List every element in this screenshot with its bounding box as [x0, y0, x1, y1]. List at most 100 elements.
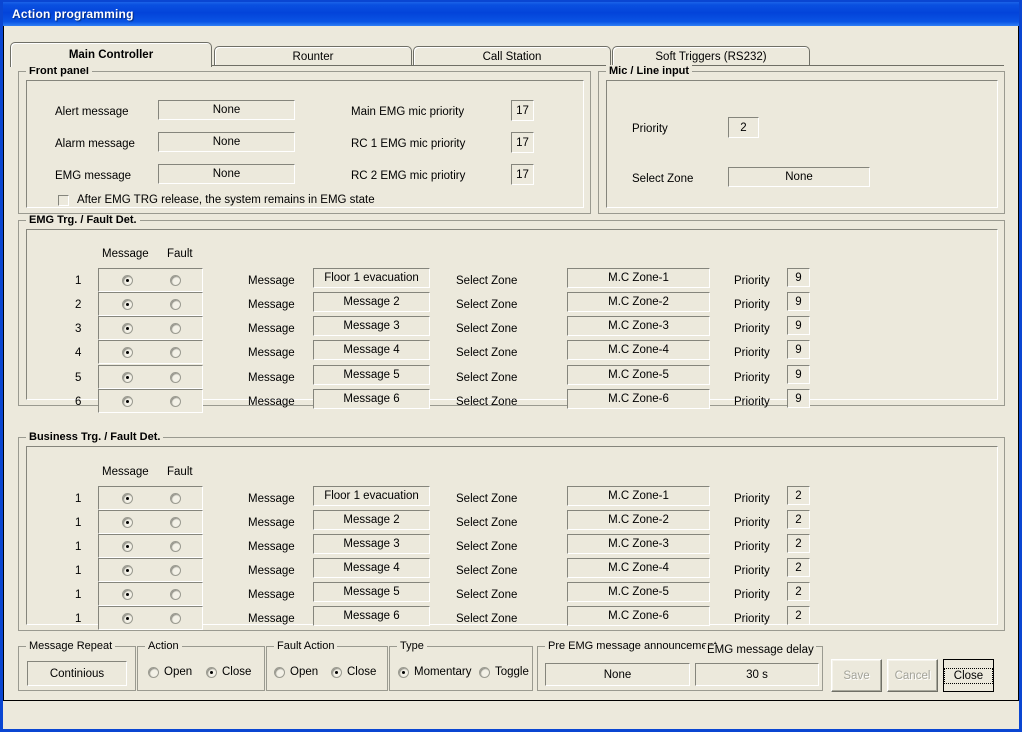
radio-fault[interactable] — [170, 323, 181, 334]
label-alarm-message: Alarm message — [55, 138, 135, 150]
radio-type-toggle[interactable] — [479, 667, 490, 678]
radio-message[interactable] — [122, 275, 133, 286]
field-priority-value[interactable]: 2 — [787, 486, 810, 505]
field-priority-value[interactable]: 9 — [787, 316, 810, 335]
radio-fault[interactable] — [170, 372, 181, 383]
cancel-button[interactable]: Cancel — [887, 659, 938, 692]
field-message-value[interactable]: Message 2 — [313, 292, 430, 312]
field-message-value[interactable]: Message 6 — [313, 606, 430, 626]
field-value: Message 2 — [343, 514, 400, 526]
field-value: M.C Zone-4 — [608, 344, 669, 356]
field-message-value[interactable]: Message 3 — [313, 534, 430, 554]
tab-main-controller[interactable]: Main Controller — [10, 42, 212, 67]
tab-soft-triggers[interactable]: Soft Triggers (RS232) — [612, 46, 810, 66]
label-alert-message: Alert message — [55, 106, 129, 118]
field-emg-message-delay[interactable]: 30 s — [695, 663, 819, 686]
field-mic-priority[interactable]: 2 — [728, 117, 759, 138]
radio-type-momentary[interactable] — [398, 667, 409, 678]
radio-message[interactable] — [122, 323, 133, 334]
field-main-emg-mic-priority[interactable]: 17 — [511, 100, 534, 121]
emg-radio-panel — [98, 365, 203, 389]
field-zone-value[interactable]: M.C Zone-2 — [567, 292, 710, 312]
save-button-label: Save — [843, 669, 870, 682]
group-title: Pre EMG message announcement — [545, 640, 720, 652]
radio-fault-action-open[interactable] — [274, 667, 285, 678]
field-alert-message[interactable]: None — [158, 100, 295, 120]
field-value: 2 — [795, 561, 802, 574]
field-priority-value[interactable]: 9 — [787, 389, 810, 408]
field-zone-value[interactable]: M.C Zone-4 — [567, 340, 710, 360]
radio-fault-action-close[interactable] — [331, 667, 342, 678]
field-priority-value[interactable]: 9 — [787, 365, 810, 384]
radio-action-close[interactable] — [206, 667, 217, 678]
radio-message[interactable] — [122, 589, 133, 600]
field-message-value[interactable]: Message 3 — [313, 316, 430, 336]
radio-action-open[interactable] — [148, 667, 159, 678]
radio-message[interactable] — [122, 493, 133, 504]
field-zone-value[interactable]: M.C Zone-1 — [567, 268, 710, 288]
field-message-value[interactable]: Message 4 — [313, 340, 430, 360]
radio-fault[interactable] — [170, 493, 181, 504]
radio-fault[interactable] — [170, 613, 181, 624]
field-message-value[interactable]: Message 4 — [313, 558, 430, 578]
radio-fault[interactable] — [170, 565, 181, 576]
label-remain-emg-state: After EMG TRG release, the system remain… — [77, 194, 375, 206]
field-pre-emg-announcement[interactable]: None — [545, 663, 690, 686]
field-zone-value[interactable]: M.C Zone-5 — [567, 365, 710, 385]
radio-fault[interactable] — [170, 541, 181, 552]
radio-message[interactable] — [122, 565, 133, 576]
field-value: Message 5 — [343, 586, 400, 598]
field-priority-value[interactable]: 9 — [787, 268, 810, 287]
field-zone-value[interactable]: M.C Zone-5 — [567, 582, 710, 602]
field-message-value[interactable]: Message 2 — [313, 510, 430, 530]
field-priority-value[interactable]: 9 — [787, 292, 810, 311]
field-priority-value[interactable]: 2 — [787, 606, 810, 625]
field-zone-value[interactable]: M.C Zone-4 — [567, 558, 710, 578]
radio-message[interactable] — [122, 299, 133, 310]
field-priority-value[interactable]: 2 — [787, 582, 810, 601]
field-value: Message 6 — [343, 393, 400, 405]
radio-fault[interactable] — [170, 299, 181, 310]
field-zone-value[interactable]: M.C Zone-3 — [567, 534, 710, 554]
radio-fault[interactable] — [170, 396, 181, 407]
close-button[interactable]: Close — [943, 659, 994, 692]
field-message-value[interactable]: Floor 1 evacuation — [313, 486, 430, 506]
radio-fault[interactable] — [170, 589, 181, 600]
tab-call-station[interactable]: Call Station — [413, 46, 611, 66]
radio-message[interactable] — [122, 372, 133, 383]
radio-message[interactable] — [122, 517, 133, 528]
field-message-value[interactable]: Floor 1 evacuation — [313, 268, 430, 288]
radio-fault[interactable] — [170, 517, 181, 528]
radio-message[interactable] — [122, 541, 133, 552]
radio-message[interactable] — [122, 396, 133, 407]
field-zone-value[interactable]: M.C Zone-6 — [567, 606, 710, 626]
field-message-repeat[interactable]: Continious — [27, 661, 127, 686]
tab-label: Call Station — [482, 50, 542, 63]
radio-message[interactable] — [122, 347, 133, 358]
field-priority-value[interactable]: 2 — [787, 510, 810, 529]
radio-message[interactable] — [122, 613, 133, 624]
radio-fault[interactable] — [170, 275, 181, 286]
field-zone-value[interactable]: M.C Zone-2 — [567, 510, 710, 530]
field-message-value[interactable]: Message 5 — [313, 582, 430, 602]
field-rc1-emg-mic-priority[interactable]: 17 — [511, 132, 534, 153]
radio-fault[interactable] — [170, 347, 181, 358]
field-message-value[interactable]: Message 6 — [313, 389, 430, 409]
field-zone-value[interactable]: M.C Zone-6 — [567, 389, 710, 409]
field-value: M.C Zone-6 — [608, 610, 669, 622]
field-priority-value[interactable]: 9 — [787, 340, 810, 359]
field-alarm-message[interactable]: None — [158, 132, 295, 152]
save-button[interactable]: Save — [831, 659, 882, 692]
field-zone-value[interactable]: M.C Zone-3 — [567, 316, 710, 336]
field-priority-value[interactable]: 2 — [787, 558, 810, 577]
field-rc2-emg-mic-priority[interactable]: 17 — [511, 164, 534, 185]
tab-rounter[interactable]: Rounter — [214, 46, 412, 66]
field-zone-value[interactable]: M.C Zone-1 — [567, 486, 710, 506]
field-message-value[interactable]: Message 5 — [313, 365, 430, 385]
label-message: Message — [248, 517, 295, 529]
field-priority-value[interactable]: 2 — [787, 534, 810, 553]
checkbox-remain-emg-state[interactable] — [58, 195, 69, 206]
field-mic-select-zone[interactable]: None — [728, 167, 870, 187]
field-value: M.C Zone-3 — [608, 320, 669, 332]
field-emg-message[interactable]: None — [158, 164, 295, 184]
